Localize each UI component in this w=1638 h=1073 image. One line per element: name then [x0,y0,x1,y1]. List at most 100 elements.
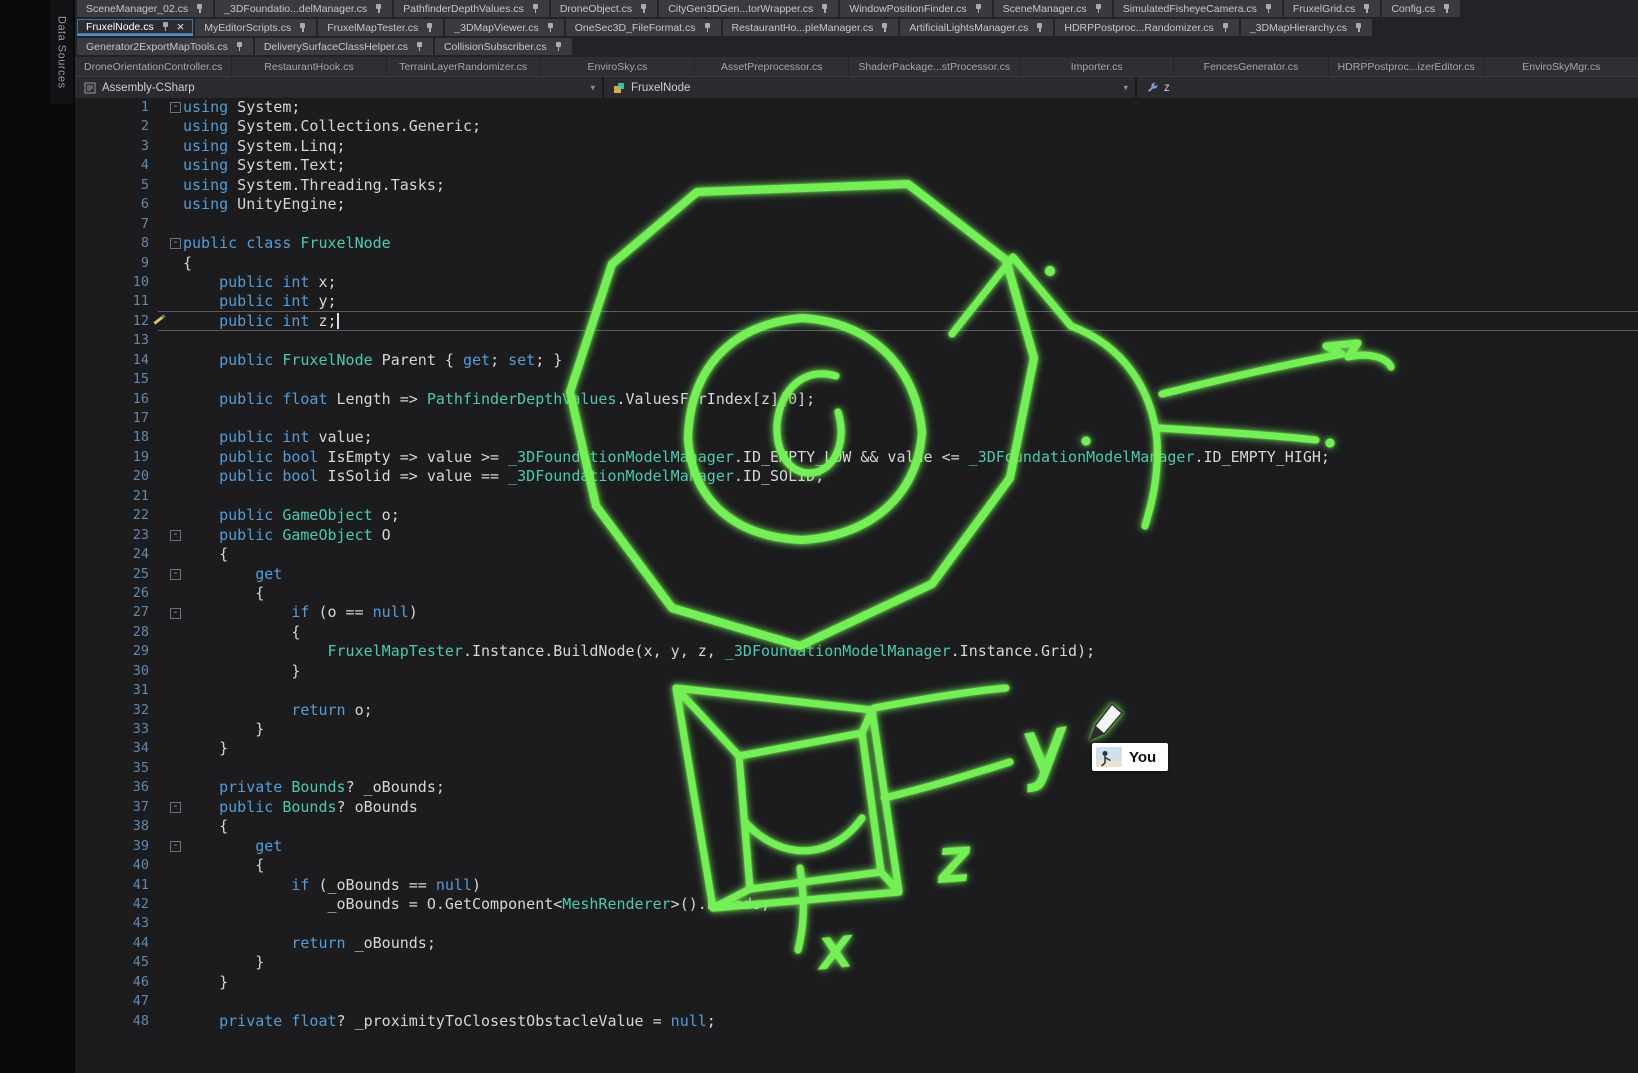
fold-marker[interactable]: - [155,526,183,545]
code-line-32[interactable]: 32 return o; [75,701,1638,720]
code-line-29[interactable]: 29 FruxelMapTester.Instance.BuildNode(x,… [75,642,1638,661]
code-line-43[interactable]: 43 [75,914,1638,933]
tab-fencesgenerator-cs[interactable]: FencesGenerator.cs [1173,57,1327,76]
tab-scenemanager-cs[interactable]: SceneManager.cs [994,0,1112,17]
code-line-40[interactable]: 40 { [75,856,1638,875]
pin-icon[interactable] [374,3,383,14]
tab-terrainlayerrandomizer-cs[interactable]: TerrainLayerRandomizer.cs [386,57,540,76]
code-line-15[interactable]: 15 [75,370,1638,389]
code-line-9[interactable]: 9{ [75,254,1638,273]
fold-marker[interactable]: - [155,798,183,817]
fold-marker[interactable]: - [155,234,183,253]
code-line-16[interactable]: 16 public float Length => PathfinderDept… [75,390,1638,409]
pin-icon[interactable] [161,21,170,32]
code-line-24[interactable]: 24 { [75,545,1638,564]
code-line-26[interactable]: 26 { [75,584,1638,603]
code-line-48[interactable]: 48 private float? _proximityToClosestObs… [75,1012,1638,1031]
code-line-34[interactable]: 34 } [75,739,1638,758]
pin-icon[interactable] [554,41,563,52]
pin-icon[interactable] [1264,3,1273,14]
pin-icon[interactable] [639,3,648,14]
code-line-1[interactable]: 1-using System; [75,98,1638,117]
code-line-30[interactable]: 30 } [75,662,1638,681]
code-line-45[interactable]: 45 } [75,953,1638,972]
pin-icon[interactable] [1354,22,1363,33]
code-line-46[interactable]: 46 } [75,973,1638,992]
code-line-8[interactable]: 8-public class FruxelNode [75,234,1638,253]
code-line-31[interactable]: 31 [75,681,1638,700]
pin-icon[interactable] [1221,22,1230,33]
pin-icon[interactable] [703,22,712,33]
code-line-2[interactable]: 2using System.Collections.Generic; [75,117,1638,136]
code-line-6[interactable]: 6using UnityEngine; [75,195,1638,214]
tab-hdrppostproc-randomizer-cs[interactable]: HDRPPostproc...Randomizer.cs [1055,19,1238,36]
pin-icon[interactable] [195,3,204,14]
tab-collisionsubscriber-cs[interactable]: CollisionSubscriber.cs [435,38,572,55]
pin-icon[interactable] [820,3,829,14]
code-line-33[interactable]: 33 } [75,720,1638,739]
code-line-42[interactable]: 42 _oBounds = O.GetComponent<MeshRendere… [75,895,1638,914]
code-line-22[interactable]: 22 public GameObject o; [75,506,1638,525]
pin-icon[interactable] [531,3,540,14]
pin-icon[interactable] [974,3,983,14]
code-line-28[interactable]: 28 { [75,623,1638,642]
fold-marker[interactable]: - [155,603,183,622]
tab-fruxelmaptester-cs[interactable]: FruxelMapTester.cs [318,19,443,36]
pin-icon[interactable] [235,41,244,52]
pin-icon[interactable] [415,41,424,52]
tab-droneorientationcontroller-cs[interactable]: DroneOrientationController.cs [75,57,231,76]
code-line-38[interactable]: 38 { [75,817,1638,836]
code-line-21[interactable]: 21 [75,487,1638,506]
chevron-down-icon[interactable]: ▾ [1123,83,1128,94]
code-line-25[interactable]: 25- get [75,565,1638,584]
fold-marker[interactable]: - [155,98,183,117]
tab-artificiallightsmanager-cs[interactable]: ArtificialLightsManager.cs [900,19,1053,36]
code-line-5[interactable]: 5using System.Threading.Tasks; [75,176,1638,195]
tab-config-cs[interactable]: Config.cs [1382,0,1460,17]
tab-envirosky-cs[interactable]: EnviroSky.cs [540,57,694,76]
tab-hdrppostproc-izereditor-cs[interactable]: HDRPPostproc...izerEditor.cs [1328,57,1484,76]
code-line-20[interactable]: 20 public bool IsSolid => value == _3DFo… [75,467,1638,486]
code-line-47[interactable]: 47 [75,992,1638,1011]
pin-icon[interactable] [1035,22,1044,33]
pin-icon[interactable] [425,22,434,33]
tab-simulatedfisheyecamera-cs[interactable]: SimulatedFisheyeCamera.cs [1114,0,1282,17]
tab-fruxelgrid-cs[interactable]: FruxelGrid.cs [1284,0,1380,17]
code-line-14[interactable]: 14 public FruxelNode Parent { get; set; … [75,351,1638,370]
code-line-18[interactable]: 18 public int value; [75,428,1638,447]
code-line-3[interactable]: 3using System.Linq; [75,137,1638,156]
tab-scenemanager-02-cs[interactable]: SceneManager_02.cs [77,0,213,17]
tab-deliverysurfaceclasshelper-cs[interactable]: DeliverySurfaceClassHelper.cs [255,38,433,55]
tab-pathfinderdepthvalues-cs[interactable]: PathfinderDepthValues.cs [394,0,549,17]
chevron-down-icon[interactable]: ▾ [590,83,595,94]
code-line-44[interactable]: 44 return _oBounds; [75,934,1638,953]
close-icon[interactable]: × [177,20,185,33]
tab-onesec3d-fileformat-cs[interactable]: OneSec3D_FileFormat.cs [566,19,721,36]
code-line-13[interactable]: 13 [75,331,1638,350]
tab-assetpreprocessor-cs[interactable]: AssetPreprocessor.cs [694,57,848,76]
pin-icon[interactable] [1094,3,1103,14]
tab-myeditorscripts-cs[interactable]: MyEditorScripts.cs [195,19,316,36]
code-line-41[interactable]: 41 if (_oBounds == null) [75,876,1638,895]
tab-enviroskymgr-cs[interactable]: EnviroSkyMgr.cs [1484,57,1638,76]
pin-icon[interactable] [298,22,307,33]
tab--3dfoundatio-delmanager-cs[interactable]: _3DFoundatio...delManager.cs [215,0,392,17]
tab-importer-cs[interactable]: Importer.cs [1019,57,1173,76]
code-line-23[interactable]: 23- public GameObject O [75,526,1638,545]
type-dropdown[interactable]: FruxelNode ▾ [604,77,1137,99]
pin-icon[interactable] [880,22,889,33]
code-editor[interactable]: 1-using System;2using System.Collections… [75,98,1638,1073]
tab-windowpositionfinder-cs[interactable]: WindowPositionFinder.cs [840,0,991,17]
tab-citygen3dgen-torwrapper-cs[interactable]: CityGen3DGen...torWrapper.cs [659,0,838,17]
tab-restauranthook-cs[interactable]: RestaurantHook.cs [231,57,385,76]
pin-icon[interactable] [1362,3,1371,14]
code-line-12[interactable]: 12 public int z; [75,312,1638,331]
code-line-37[interactable]: 37- public Bounds? oBounds [75,798,1638,817]
code-line-4[interactable]: 4using System.Text; [75,156,1638,175]
tab--3dmapviewer-cs[interactable]: _3DMapViewer.cs [445,19,563,36]
code-line-19[interactable]: 19 public bool IsEmpty => value >= _3DFo… [75,448,1638,467]
tab-shaderpackage-stprocessor-cs[interactable]: ShaderPackage...stProcessor.cs [848,57,1019,76]
member-dropdown[interactable]: z [1137,77,1638,99]
data-sources-tab[interactable]: Data Sources [50,0,73,104]
tab-restaurantho-plemanager-cs[interactable]: RestaurantHo...pleManager.cs [723,19,899,36]
